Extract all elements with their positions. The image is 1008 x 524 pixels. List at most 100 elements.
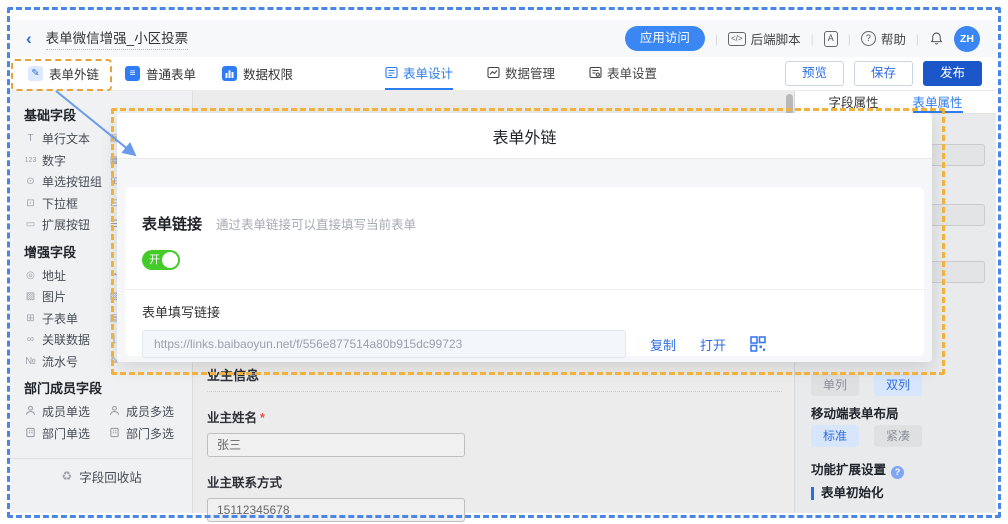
normal-form-button[interactable]: ≡普通表单 xyxy=(125,64,196,83)
form-external-link-modal: 表单外链 表单链接 通过表单链接可以直接填写当前表单 开 表单填写链接 http… xyxy=(117,113,932,362)
field-type-icon: ▭ xyxy=(24,219,37,230)
field-type-label: 地址 xyxy=(42,267,66,284)
field-label: 业主姓名* xyxy=(207,407,782,426)
form-link-card: 表单链接 通过表单链接可以直接填写当前表单 开 表单填写链接 https://l… xyxy=(125,187,924,356)
divider: | xyxy=(848,32,851,46)
app-window: ‹ 表单微信增强_小区投票 应用访问 | </> 后端脚本 | A | ? 帮助… xyxy=(0,0,1008,524)
field-type-item[interactable]: 成员多选 xyxy=(108,403,174,420)
field-input[interactable]: 张三 xyxy=(207,433,465,457)
bell-icon[interactable] xyxy=(929,31,944,46)
field-type-icon: № xyxy=(24,356,37,367)
field-type-label: 单选按钮组 xyxy=(42,173,102,190)
field-type-label: 部门单选 xyxy=(42,425,90,442)
button-label: 数据权限 xyxy=(243,64,293,83)
save-button[interactable]: 保存 xyxy=(854,61,913,86)
field-type-icon xyxy=(108,405,121,418)
field-type-icon xyxy=(108,427,121,440)
help-circle-icon[interactable]: ? xyxy=(891,466,904,479)
preview-button[interactable]: 预览 xyxy=(785,61,844,86)
tab-form-design[interactable]: 表单设计 xyxy=(385,57,453,90)
button-label: 表单外链 xyxy=(49,64,99,83)
field-type-icon: ∞ xyxy=(24,334,37,345)
divider: | xyxy=(811,32,814,46)
design-icon xyxy=(385,66,398,79)
form-link-toggle[interactable]: 开 xyxy=(142,250,180,270)
data-icon xyxy=(487,66,500,79)
field-type-label: 成员单选 xyxy=(42,403,90,420)
toggle-knob xyxy=(162,252,178,268)
app-access-button[interactable]: 应用访问 xyxy=(625,26,705,51)
back-icon[interactable]: ‹ xyxy=(26,30,32,47)
qrcode-icon[interactable] xyxy=(750,336,766,352)
field-type-item[interactable]: ◎ 地址 xyxy=(10,267,108,284)
field-type-label: 数字 xyxy=(42,152,66,169)
field-type-icon: ⊡ xyxy=(24,198,37,209)
form-init-label: 表单初始化 xyxy=(811,487,884,500)
backend-script-button[interactable]: </> 后端脚本 xyxy=(728,29,801,48)
copy-link-button[interactable]: 复制 xyxy=(650,335,676,354)
modal-title: 表单外链 xyxy=(117,113,932,159)
chart-icon xyxy=(222,66,237,81)
field-type-label: 子表单 xyxy=(42,310,78,327)
field-type-item[interactable]: T单行文本 xyxy=(10,130,108,147)
field-type-icon xyxy=(24,405,37,418)
field-type-item[interactable]: № 流水号 xyxy=(10,353,108,370)
field-type-item[interactable]: ▨图片 xyxy=(10,288,108,305)
form-title[interactable]: 表单微信增强_小区投票 xyxy=(46,27,189,50)
form-link-title: 表单链接 xyxy=(142,213,202,234)
field-label: 业主联系方式 xyxy=(207,472,782,491)
field-type-label: 流水号 xyxy=(42,353,78,370)
pencil-icon: ✎ xyxy=(28,66,43,81)
field-type-item[interactable]: ∞ 关联数据 xyxy=(10,331,108,348)
field-recycle-bin[interactable]: ♻字段回收站 xyxy=(10,458,192,493)
publish-button[interactable]: 发布 xyxy=(923,61,982,86)
tab-data-manage[interactable]: 数据管理 xyxy=(487,57,555,90)
panel-option-button[interactable]: 单列 xyxy=(811,374,859,396)
field-type-item[interactable]: ⊡ 下拉框 xyxy=(10,195,108,212)
field-type-item[interactable]: ⊙单选按钮组 xyxy=(10,173,108,190)
field-type-icon: ◎ xyxy=(24,270,37,281)
panel-option-button[interactable]: 紧凑 xyxy=(874,425,922,447)
tab-label: 表单设计 xyxy=(403,63,453,82)
field-input[interactable]: 15112345678 xyxy=(207,498,465,522)
code-icon: </> xyxy=(728,32,746,46)
field-type-label: 单行文本 xyxy=(42,130,90,147)
section-divider xyxy=(207,391,782,392)
fill-link-label: 表单填写链接 xyxy=(125,290,924,321)
panel-tab-form-props[interactable]: 表单属性 xyxy=(913,91,963,113)
form-link-url[interactable]: https://links.baibaoyun.net/f/556e877514… xyxy=(142,330,626,358)
form-external-link-button[interactable]: ✎ 表单外链 xyxy=(28,64,99,83)
field-type-icon: ⊞ xyxy=(24,313,37,324)
field-type-item[interactable]: 成员单选 xyxy=(10,403,108,420)
field-type-label: 成员多选 xyxy=(126,403,174,420)
field-type-item[interactable]: ⊞ 子表单 xyxy=(10,310,108,327)
button-label: 普通表单 xyxy=(146,64,196,83)
field-type-item[interactable]: ▭ 扩展按钮 xyxy=(10,216,108,233)
question-icon: ? xyxy=(861,31,876,46)
panel-tab-field-props[interactable]: 字段属性 xyxy=(828,91,878,113)
i18n-icon[interactable]: A xyxy=(824,31,838,47)
data-permission-button[interactable]: 数据权限 xyxy=(222,64,293,83)
field-type-item[interactable]: 部门单选 xyxy=(10,425,108,442)
panel-option-button[interactable]: 标准 xyxy=(811,425,859,447)
settings-icon xyxy=(589,66,602,79)
field-type-label: 下拉框 xyxy=(42,195,78,212)
mobile-layout-label: 移动端表单布局 xyxy=(811,403,899,422)
field-type-label: 关联数据 xyxy=(42,331,90,348)
field-type-icon: 123 xyxy=(24,157,37,164)
field-type-item[interactable]: 部门多选 xyxy=(108,425,174,442)
help-button[interactable]: ? 帮助 xyxy=(861,29,906,48)
field-type-label: 图片 xyxy=(42,288,66,305)
field-type-item[interactable]: 123 数字 xyxy=(10,152,108,169)
panel-option-button[interactable]: 双列 xyxy=(874,374,922,396)
ext-settings-label: 功能扩展设置? xyxy=(811,459,904,479)
top-header: ‹ 表单微信增强_小区投票 应用访问 | </> 后端脚本 | A | ? 帮助… xyxy=(10,20,996,57)
avatar[interactable]: ZH xyxy=(954,26,980,52)
tab-form-settings[interactable]: 表单设置 xyxy=(589,57,657,90)
modal-body: 表单链接 通过表单链接可以直接填写当前表单 开 表单填写链接 https://l… xyxy=(117,159,932,362)
section-title[interactable]: 业主信息 xyxy=(207,365,782,384)
open-link-button[interactable]: 打开 xyxy=(700,335,726,354)
sidebar-row: 成员单选 成员多选 xyxy=(10,401,192,423)
divider: | xyxy=(715,32,718,46)
field-type-label: 扩展按钮 xyxy=(42,216,90,233)
